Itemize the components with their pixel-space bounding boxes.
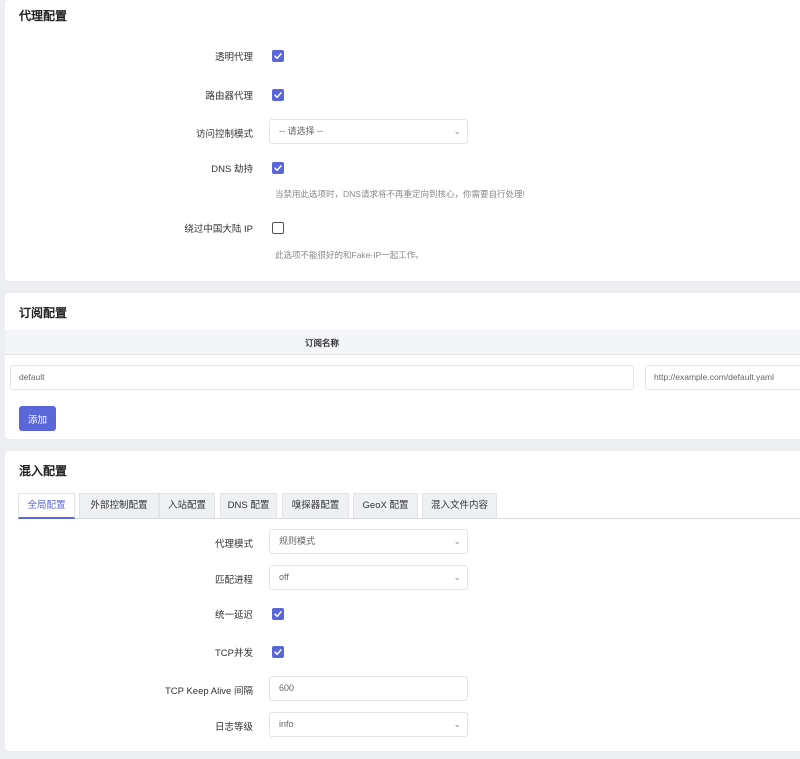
chevron-down-icon: ⌄: [453, 572, 461, 582]
subscription-config-card: 订阅配置 订阅名称 default http://example.com/def…: [5, 293, 800, 439]
match-process-select[interactable]: off ⌄: [269, 565, 468, 590]
mixin-config-card: 混入配置 全局配置 外部控制配置 入站配置 DNS 配置 嗅探器配置 GeoX …: [5, 451, 800, 751]
tab-geox[interactable]: GeoX 配置: [353, 493, 418, 518]
proxy-mode-label: 代理模式: [214, 539, 253, 550]
mixin-config-title: 混入配置: [19, 464, 68, 478]
match-process-value: off: [279, 572, 289, 582]
chevron-down-icon: ⌄: [453, 536, 461, 546]
check-icon: [274, 649, 282, 656]
tcp-concurrent-label: TCP并发: [214, 648, 253, 659]
check-icon: [274, 611, 282, 618]
keepalive-label: TCP Keep Alive 间隔: [164, 686, 253, 697]
bypass-china-hint: 此选项不能很好的和Fake-IP一起工作。: [275, 250, 424, 260]
chevron-down-icon: ⌄: [453, 719, 461, 729]
subscription-config-title: 订阅配置: [19, 306, 68, 320]
log-level-select[interactable]: info ⌄: [269, 712, 468, 737]
keepalive-input[interactable]: 600: [269, 676, 468, 701]
access-control-select[interactable]: -- 请选择 -- ⌄: [269, 119, 468, 144]
bypass-china-checkbox[interactable]: [272, 222, 284, 234]
proxy-config-title: 代理配置: [19, 9, 68, 23]
log-level-value: info: [279, 719, 294, 729]
bypass-china-label: 绕过中国大陆 IP: [184, 224, 253, 235]
log-level-label: 日志等级: [214, 722, 253, 733]
tab-sniffer[interactable]: 嗅探器配置: [282, 493, 349, 518]
tcp-concurrent-checkbox[interactable]: [272, 646, 284, 658]
unify-delay-label: 统一延迟: [214, 610, 253, 621]
proxy-mode-select[interactable]: 规则模式 ⌄: [269, 529, 468, 554]
proxy-config-card: 代理配置 透明代理 路由器代理 访问控制模式 -- 请选择 -- ⌄ DNS 劫…: [5, 0, 800, 281]
match-process-label: 匹配进程: [214, 575, 253, 586]
check-icon: [274, 165, 282, 172]
transparent-proxy-label: 透明代理: [214, 52, 253, 63]
dns-hijack-hint: 当禁用此选项时，DNS请求将不再重定向到核心，你需要自行处理!: [275, 189, 525, 199]
add-subscription-button[interactable]: 添加: [19, 406, 56, 431]
subscription-name-input[interactable]: default: [10, 365, 634, 390]
subscription-table-header: 订阅名称: [5, 330, 800, 355]
dns-hijack-label: DNS 劫持: [211, 164, 253, 175]
check-icon: [274, 53, 282, 60]
tab-global[interactable]: 全局配置: [18, 493, 75, 519]
access-control-value: -- 请选择 --: [279, 126, 323, 136]
subscription-url-input[interactable]: http://example.com/default.yaml: [645, 365, 800, 390]
tab-mixin-file[interactable]: 混入文件内容: [422, 493, 497, 518]
tab-external-control[interactable]: 外部控制配置: [79, 493, 159, 518]
mixin-tabs: 全局配置 外部控制配置 入站配置 DNS 配置 嗅探器配置 GeoX 配置 混入…: [18, 493, 800, 519]
unify-delay-checkbox[interactable]: [272, 608, 284, 620]
access-control-label: 访问控制模式: [195, 129, 253, 140]
router-proxy-checkbox[interactable]: [272, 89, 284, 101]
dns-hijack-checkbox[interactable]: [272, 162, 284, 174]
subscription-name-column: 订阅名称: [305, 338, 340, 348]
proxy-mode-value: 规则模式: [279, 536, 316, 546]
router-proxy-label: 路由器代理: [205, 91, 253, 102]
check-icon: [274, 92, 282, 99]
tab-inbound[interactable]: 入站配置: [159, 493, 215, 518]
transparent-proxy-checkbox[interactable]: [272, 50, 284, 62]
chevron-down-icon: ⌄: [453, 126, 461, 136]
tab-dns[interactable]: DNS 配置: [220, 493, 277, 518]
